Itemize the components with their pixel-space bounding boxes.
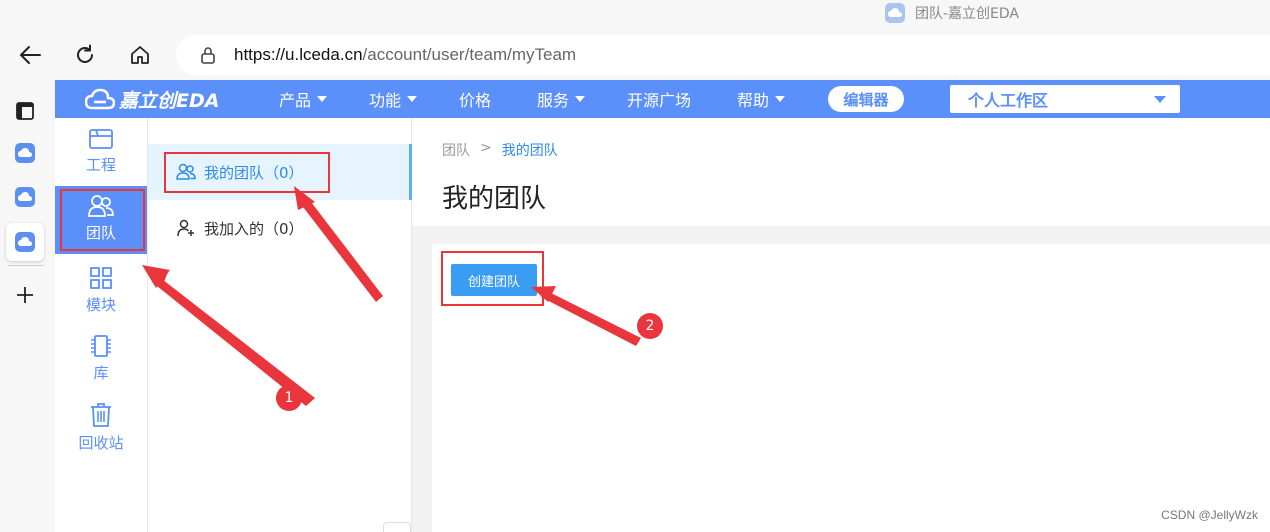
menu-label: 功能	[369, 91, 402, 110]
lceda-favicon-icon	[885, 3, 905, 23]
sidebar-item-label: 库	[93, 364, 109, 382]
home-icon	[131, 46, 149, 64]
vertical-tab-strip	[0, 80, 55, 532]
tab-divider	[8, 265, 44, 266]
caret-down-icon	[317, 96, 328, 102]
editor-button[interactable]: 编辑器	[828, 86, 904, 112]
chip-icon	[91, 335, 111, 357]
workspace-select[interactable]: 个人工作区	[950, 85, 1180, 113]
submenu-item-joined[interactable]: 我加入的（0）	[148, 200, 412, 256]
caret-down-icon	[407, 96, 418, 102]
tab-panel-icon	[16, 102, 34, 120]
reload-button[interactable]	[70, 40, 100, 70]
logo-text: 嘉立创EDA	[119, 89, 220, 112]
caret-down-icon	[1154, 96, 1166, 103]
app-logo[interactable]: 嘉立创EDA	[85, 86, 219, 112]
vertical-tab-2[interactable]	[6, 178, 44, 216]
annotation-box-create	[441, 251, 544, 306]
sidebar-item-projects[interactable]: 工程	[55, 128, 147, 188]
url-text: https://u.lceda.cn/account/user/team/myT…	[234, 45, 576, 65]
submenu-item-label: 我加入的（0）	[204, 219, 304, 238]
sidebar-item-modules[interactable]: 模块	[55, 266, 147, 326]
tab-actions-button[interactable]	[6, 92, 44, 130]
menu-features[interactable]: 功能	[369, 89, 418, 110]
caret-down-icon	[575, 96, 586, 102]
page-header: 团队 > 我的团队 我的团队	[412, 118, 1270, 226]
url-path: /account/user/team/myTeam	[362, 45, 577, 64]
browser-tab-title: 团队-嘉立创EDA	[915, 6, 1020, 22]
menu-products[interactable]: 产品	[279, 89, 328, 110]
lceda-favicon-icon	[15, 232, 35, 252]
lock-icon	[201, 47, 215, 64]
app-top-nav: 嘉立创EDA 产品 功能 价格 服务 开源广场 帮助 编辑器 个人工作区	[55, 80, 1270, 118]
home-button[interactable]	[125, 40, 155, 70]
sidebar-item-label: 工程	[85, 156, 116, 174]
folder-icon	[89, 129, 113, 149]
menu-label: 价格	[459, 91, 492, 110]
menu-label: 开源广场	[627, 91, 692, 110]
grid-icon	[90, 267, 112, 289]
menu-help[interactable]: 帮助	[737, 89, 786, 110]
annotation-badge-2: 2	[637, 313, 663, 339]
lceda-favicon-icon	[15, 143, 35, 163]
annotation-badge-1: 1	[276, 385, 302, 411]
team-panel: 创建团队	[432, 244, 1270, 532]
vertical-tab-3-active[interactable]	[6, 223, 44, 261]
left-sidebar: 工程 团队 模块 库 回收站	[55, 118, 148, 532]
reload-icon	[77, 44, 93, 63]
menu-label: 帮助	[737, 91, 770, 110]
sidebar-item-label: 模块	[85, 296, 116, 314]
cloud-logo-icon	[85, 88, 115, 110]
breadcrumb-item-current: 我的团队	[501, 143, 558, 159]
watermark: CSDN @JellyWzk	[1161, 508, 1258, 522]
sidebar-item-library[interactable]: 库	[55, 334, 147, 394]
back-button[interactable]	[15, 40, 45, 70]
user-add-icon	[177, 219, 194, 237]
annotation-box-my-teams	[164, 152, 330, 193]
new-tab-button[interactable]	[6, 276, 44, 314]
breadcrumb: 团队 > 我的团队	[442, 140, 558, 160]
plus-icon	[17, 287, 33, 303]
trash-icon	[91, 403, 111, 427]
sidebar-item-trash[interactable]: 回收站	[55, 402, 147, 462]
main-content: 团队 > 我的团队 我的团队 创建团队	[412, 118, 1270, 532]
lceda-favicon-icon	[15, 187, 35, 207]
breadcrumb-item-team[interactable]: 团队	[442, 140, 470, 160]
annotation-box-team	[60, 189, 145, 251]
arrow-left-icon	[20, 46, 41, 64]
menu-label: 服务	[537, 91, 570, 110]
url-host: https://u.lceda.cn	[234, 45, 363, 64]
url-bar[interactable]: https://u.lceda.cn/account/user/team/myT…	[176, 35, 1270, 75]
menu-label: 产品	[279, 91, 312, 110]
workspace-select-value: 个人工作区	[968, 91, 1049, 110]
screenshot-root: 团队-嘉立创EDA https://u.lceda.cn/account/use…	[0, 0, 1270, 532]
browser-titlebar: 团队-嘉立创EDA	[0, 0, 1270, 30]
scroll-handle[interactable]	[383, 522, 411, 532]
menu-open-source[interactable]: 开源广场	[627, 89, 692, 110]
vertical-tab-1[interactable]	[6, 134, 44, 172]
menu-services[interactable]: 服务	[537, 89, 586, 110]
page-title: 我的团队	[442, 184, 547, 214]
browser-tab[interactable]: 团队-嘉立创EDA	[885, 2, 1019, 24]
menu-pricing[interactable]: 价格	[459, 89, 492, 110]
breadcrumb-separator: >	[480, 140, 492, 156]
caret-down-icon	[775, 96, 786, 102]
sidebar-item-label: 回收站	[78, 434, 124, 452]
